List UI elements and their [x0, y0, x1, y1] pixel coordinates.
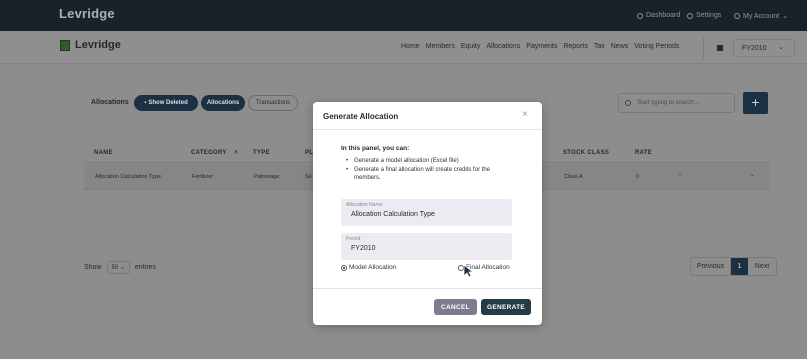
radio-selected-icon [341, 264, 347, 271]
cell-category: Fertilizer [192, 174, 214, 180]
entries-value: 50 [111, 265, 119, 271]
modal-title: Generate Allocation [323, 112, 399, 121]
settings-link[interactable]: Settings [687, 12, 721, 19]
view-icon[interactable]: ○ [678, 172, 681, 178]
mouse-cursor-icon [463, 264, 473, 278]
logo-icon [60, 39, 70, 51]
period-label: Period [346, 236, 361, 242]
column-header-rate[interactable]: RATE [635, 150, 652, 156]
close-icon[interactable]: × [522, 109, 528, 120]
settings-label: Settings [696, 12, 722, 19]
top-app-bar: Levridge Dashboard Settings My Account ⌄ [0, 0, 807, 31]
logo-text: Levridge [75, 39, 121, 51]
entries-select[interactable]: 50 ⌄ [106, 261, 130, 274]
search-input[interactable]: Start typing to search... [618, 93, 735, 113]
fiscal-year-select[interactable]: FY2010 ⌄ [733, 39, 795, 57]
my-account-label: My Account [743, 12, 780, 20]
cell-rate: 0 [636, 174, 640, 180]
dashboard-label: Dashboard [646, 12, 681, 19]
page-size-control: Show 50 ⌄ entries [84, 261, 156, 274]
cell-name: Allocation Calculation Type [95, 174, 161, 180]
chevron-down-icon: ⌄ [782, 13, 789, 20]
entries-label: entries [134, 264, 156, 271]
calendar-icon [717, 45, 723, 51]
current-page-button[interactable]: 1 [731, 258, 748, 275]
dashboard-link[interactable]: Dashboard [637, 12, 680, 19]
nav-voting-periods[interactable]: Voting Periods [634, 43, 679, 50]
nav-tax[interactable]: Tax [594, 43, 605, 50]
list-item: Generate a final allocation will create … [345, 166, 515, 183]
previous-page-button[interactable]: Previous [691, 258, 731, 275]
list-item: Generate a model allocation (Excel file) [345, 157, 515, 166]
nav-equity[interactable]: Equity [461, 43, 480, 50]
nav-members[interactable]: Members [426, 43, 455, 50]
allocation-name-label: Allocation Name [346, 202, 383, 208]
header-divider [703, 38, 704, 58]
column-header-type[interactable]: TYPE [253, 150, 270, 156]
fiscal-year-value: FY2010 [742, 45, 767, 52]
show-deleted-button[interactable]: ▪ Show Deleted [134, 95, 198, 111]
column-header-category[interactable]: CATEGORY [191, 150, 227, 156]
transactions-tab[interactable]: Transactions [248, 95, 298, 111]
nav-news[interactable]: News [611, 43, 629, 50]
column-header-name[interactable]: NAME [94, 150, 113, 156]
model-allocation-radio[interactable]: Model Allocation [341, 264, 396, 271]
dashboard-icon [637, 12, 643, 19]
modal-footer-divider [313, 288, 542, 289]
brand-title[interactable]: Levridge [59, 6, 115, 21]
nav-payments[interactable]: Payments [526, 43, 557, 50]
nav-reports[interactable]: Reports [563, 43, 588, 50]
nav-allocations[interactable]: Allocations [486, 43, 520, 50]
modal-intro: In this panel, you can: [341, 145, 410, 152]
allocation-name-field[interactable]: Allocation Name Allocation Calculation T… [341, 199, 512, 226]
add-allocation-button[interactable]: + [743, 92, 768, 114]
period-value: FY2010 [351, 245, 376, 252]
generate-button[interactable]: GENERATE [481, 299, 531, 315]
cancel-button[interactable]: CANCEL [434, 299, 477, 315]
user-icon [734, 13, 740, 19]
cell-pl: Se [305, 174, 312, 180]
search-icon [625, 100, 631, 106]
nav-home[interactable]: Home [401, 43, 420, 50]
pagination: Previous 1 Next [690, 257, 777, 276]
search-placeholder: Start typing to search... [637, 100, 699, 106]
show-deleted-label: Show Deleted [148, 100, 188, 106]
period-field[interactable]: Period FY2010 [341, 233, 512, 260]
generate-allocation-modal: Generate Allocation × In this panel, you… [313, 102, 542, 325]
main-nav: Home Members Equity Allocations Payments… [401, 43, 679, 50]
show-label: Show [84, 264, 102, 271]
allocations-tab[interactable]: Allocations [201, 95, 245, 111]
modal-bullets: Generate a model allocation (Excel file)… [345, 157, 515, 183]
more-icon[interactable]: ⌄ [750, 172, 755, 178]
trash-icon: ▪ [144, 100, 147, 106]
page-title: Allocations [91, 99, 129, 106]
column-header-stock-class[interactable]: STOCK CLASS [563, 150, 609, 156]
modal-divider [313, 129, 542, 130]
cell-type: Patronage [254, 174, 280, 180]
gear-icon [687, 12, 693, 19]
logo[interactable]: Levridge [60, 39, 121, 51]
my-account-link[interactable]: My Account ⌄ [734, 12, 788, 20]
chevron-down-icon: ⌄ [778, 44, 784, 51]
model-allocation-label: Model Allocation [349, 264, 397, 271]
cell-stock-class: Class A [564, 174, 583, 180]
sort-icon[interactable]: ˄ [234, 150, 238, 156]
main-header: Levridge Home Members Equity Allocations… [0, 31, 807, 64]
next-page-button[interactable]: Next [748, 258, 776, 275]
allocation-name-value: Allocation Calculation Type [351, 211, 435, 218]
